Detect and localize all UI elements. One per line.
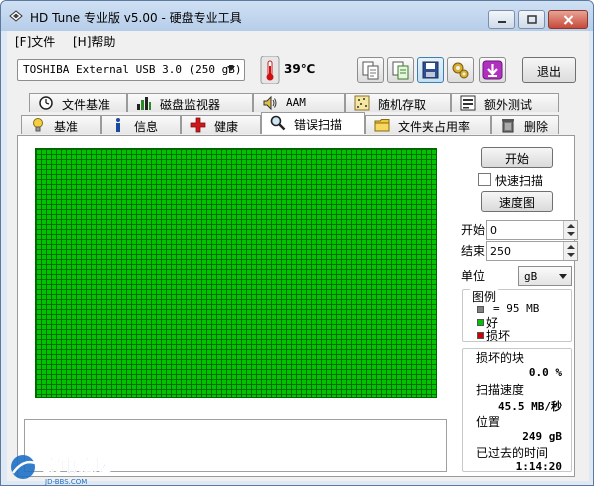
speaker-icon bbox=[263, 95, 277, 111]
legend-damaged: 损坏 bbox=[486, 329, 511, 343]
save-button[interactable] bbox=[417, 57, 444, 83]
damaged-blocks-value: 0.0 % bbox=[528, 366, 562, 379]
menu-help[interactable]: [H]帮助 bbox=[73, 33, 115, 50]
position-value: 249 gB bbox=[522, 430, 562, 443]
tab-error-scan[interactable]: 错误扫描 bbox=[261, 112, 365, 134]
start-label: 开始 bbox=[461, 223, 486, 237]
options-icon bbox=[452, 62, 469, 79]
speed-map-button[interactable]: 速度图 bbox=[481, 191, 553, 212]
tab-label: 信息 bbox=[134, 120, 159, 134]
folder-usage-icon bbox=[374, 119, 390, 132]
menu-file[interactable]: [F]文件 bbox=[15, 33, 55, 50]
tab-label: AAM bbox=[286, 96, 306, 109]
tab-label: 随机存取 bbox=[378, 98, 427, 112]
title-bar[interactable]: HD Tune 专业版 v5.00 - 硬盘专业工具 bbox=[1, 1, 593, 31]
copy-icon bbox=[362, 61, 379, 80]
unit-label: 单位 bbox=[461, 269, 486, 283]
window-title: HD Tune 专业版 v5.00 - 硬盘专业工具 bbox=[30, 11, 242, 25]
watermark-subtext: JD-BBS.COM bbox=[44, 478, 87, 486]
stats-group: 损坏的块 0.0 % 扫描速度 45.5 MB/秒 位置 249 gB 已过去的… bbox=[462, 348, 572, 473]
chevron-down-icon bbox=[559, 274, 567, 279]
elapsed-time-value: 1:14:20 bbox=[515, 460, 562, 473]
minimize-icon bbox=[497, 20, 506, 23]
position-label: 位置 bbox=[476, 415, 501, 429]
quick-scan-checkbox[interactable] bbox=[478, 173, 491, 186]
legend-swatch-block bbox=[477, 306, 484, 313]
forum-watermark-logo: 家电论坛 JD-BBS.COM bbox=[7, 453, 137, 486]
legend-swatch-good bbox=[477, 319, 484, 326]
tab-random-access[interactable]: 随机存取 bbox=[345, 93, 451, 112]
maximize-button[interactable] bbox=[518, 10, 545, 29]
tab-aam[interactable]: AAM bbox=[253, 93, 345, 112]
tab-folder-usage[interactable]: 文件夹占用率 bbox=[365, 115, 491, 134]
start-scan-button[interactable]: 开始 bbox=[481, 147, 553, 168]
info-icon bbox=[116, 118, 120, 132]
minimize-button[interactable] bbox=[488, 10, 515, 29]
scan-speed-label: 扫描速度 bbox=[476, 383, 525, 397]
copy-button[interactable] bbox=[357, 57, 384, 83]
extra-tests-icon bbox=[460, 95, 476, 111]
disk-monitor-icon bbox=[137, 97, 151, 110]
tab-erase[interactable]: 删除 bbox=[491, 115, 559, 134]
tab-label: 删除 bbox=[524, 120, 549, 134]
health-icon bbox=[190, 117, 206, 133]
erase-icon bbox=[502, 119, 514, 133]
tab-label: 健康 bbox=[214, 120, 239, 134]
elapsed-time-label: 已过去的时间 bbox=[476, 446, 549, 460]
scan-speed-value: 45.5 MB/秒 bbox=[498, 400, 562, 413]
tab-label: 基准 bbox=[54, 120, 79, 134]
watermark-text: 家电论坛 bbox=[43, 456, 111, 477]
tab-label: 文件夹占用率 bbox=[398, 120, 471, 134]
start-spinner[interactable] bbox=[563, 221, 577, 239]
file-benchmark-icon bbox=[39, 96, 53, 110]
chevron-down-icon bbox=[227, 66, 235, 71]
close-button[interactable] bbox=[548, 10, 588, 29]
tab-info[interactable]: 信息 bbox=[101, 115, 181, 134]
tab-health[interactable]: 健康 bbox=[181, 115, 261, 134]
legend-group: 图例 = 95 MB 好 损坏 bbox=[462, 288, 572, 343]
tab-label: 错误扫描 bbox=[294, 118, 343, 132]
menu-bar: [F]文件 [H]帮助 bbox=[7, 31, 589, 51]
close-icon bbox=[563, 14, 573, 25]
error-scan-panel: 开始 快速扫描 速度图 开始 0 结束 250 单位 gB 图例 = 95 MB… bbox=[17, 135, 578, 477]
exit-button[interactable]: 退出 bbox=[522, 57, 576, 83]
damaged-blocks-label: 损坏的块 bbox=[476, 351, 525, 365]
tab-label: 额外测试 bbox=[484, 98, 533, 112]
benchmark-icon bbox=[33, 118, 43, 132]
tab-label: 文件基准 bbox=[62, 98, 111, 112]
legend-block-size: = 95 MB bbox=[493, 302, 540, 315]
scan-block-map bbox=[35, 148, 437, 398]
tab-label: 磁盘监视器 bbox=[160, 98, 221, 112]
maximize-icon bbox=[526, 15, 537, 24]
thermometer-icon bbox=[260, 56, 280, 84]
app-window: HD Tune 专业版 v5.00 - 硬盘专业工具 [F]文件 [H]帮助 T… bbox=[0, 0, 594, 486]
copy-info-icon bbox=[392, 61, 409, 80]
download-icon bbox=[482, 60, 503, 80]
tab-extra-tests[interactable]: 额外测试 bbox=[451, 93, 559, 112]
tab-benchmark[interactable]: 基准 bbox=[21, 115, 101, 134]
download-button[interactable] bbox=[479, 57, 506, 83]
legend-swatch-damaged bbox=[477, 332, 484, 339]
temperature-readout: 39℃ bbox=[284, 62, 316, 76]
save-icon bbox=[422, 61, 439, 79]
end-spinner[interactable] bbox=[563, 242, 577, 260]
copy-info-button[interactable] bbox=[387, 57, 414, 83]
tab-disk-monitor[interactable]: 磁盘监视器 bbox=[127, 93, 253, 112]
client-area: [F]文件 [H]帮助 TOSHIBA External USB 3.0 (25… bbox=[7, 31, 589, 481]
error-scan-icon bbox=[270, 115, 286, 131]
hdtune-app-icon bbox=[9, 10, 23, 22]
drive-select[interactable]: TOSHIBA External USB 3.0 (250 gB) bbox=[17, 59, 245, 81]
options-button[interactable] bbox=[447, 57, 474, 83]
quick-scan-label: 快速扫描 bbox=[495, 174, 544, 188]
end-label: 结束 bbox=[461, 244, 486, 258]
tab-file-benchmark[interactable]: 文件基准 bbox=[29, 93, 127, 112]
random-access-icon bbox=[354, 95, 370, 111]
